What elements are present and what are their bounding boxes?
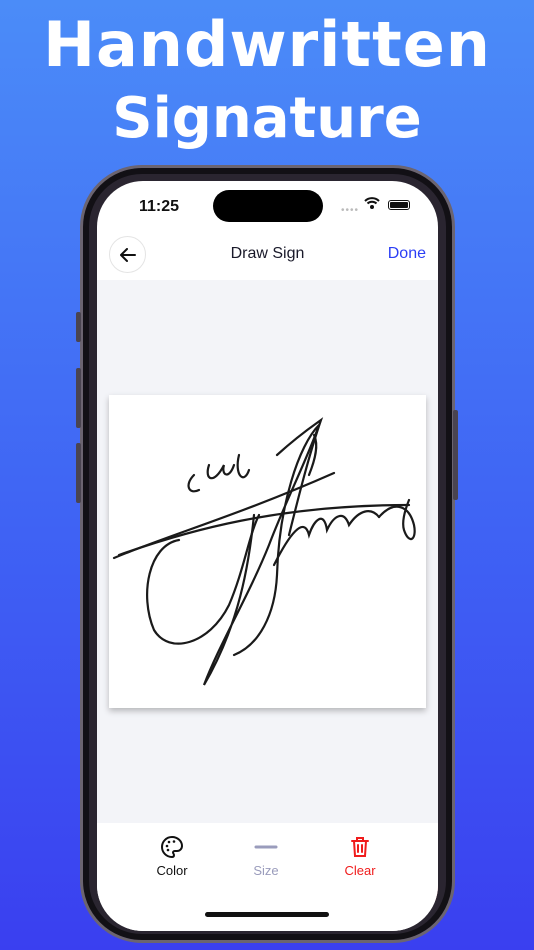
color-label: Color xyxy=(156,863,188,878)
status-time: 11:25 xyxy=(139,198,180,215)
power-button xyxy=(453,410,458,500)
palette-icon xyxy=(161,835,184,859)
bottom-toolbar: Color Size Clear xyxy=(97,823,438,931)
trash-icon xyxy=(351,837,369,857)
color-tool-button[interactable]: Color xyxy=(137,835,207,878)
app-screen: 11:25 •••• Draw Sign Done Color Size Cle… xyxy=(97,181,438,931)
headline-line1: Handwritten xyxy=(43,8,491,81)
volume-up-button xyxy=(76,368,81,428)
size-tool-button[interactable]: Size xyxy=(231,835,301,878)
headline-line2: Signature xyxy=(112,86,422,151)
status-bar: 11:25 •••• xyxy=(97,181,438,231)
clear-label: Clear xyxy=(344,863,376,878)
mute-switch xyxy=(76,312,81,342)
signal-dots-icon: •••• xyxy=(341,205,360,216)
line-size-icon xyxy=(254,845,278,849)
signature-pad[interactable] xyxy=(109,395,426,708)
signature-drawing xyxy=(112,417,416,686)
drawing-area xyxy=(97,280,438,901)
wifi-icon xyxy=(364,197,380,209)
battery-icon xyxy=(388,200,410,210)
dynamic-island xyxy=(213,190,323,222)
clear-button[interactable]: Clear xyxy=(325,835,395,878)
size-label: Size xyxy=(253,863,279,878)
volume-down-button xyxy=(76,443,81,503)
nav-bar: Draw Sign Done xyxy=(97,233,438,279)
done-button[interactable]: Done xyxy=(388,245,426,263)
home-indicator[interactable] xyxy=(205,912,329,917)
